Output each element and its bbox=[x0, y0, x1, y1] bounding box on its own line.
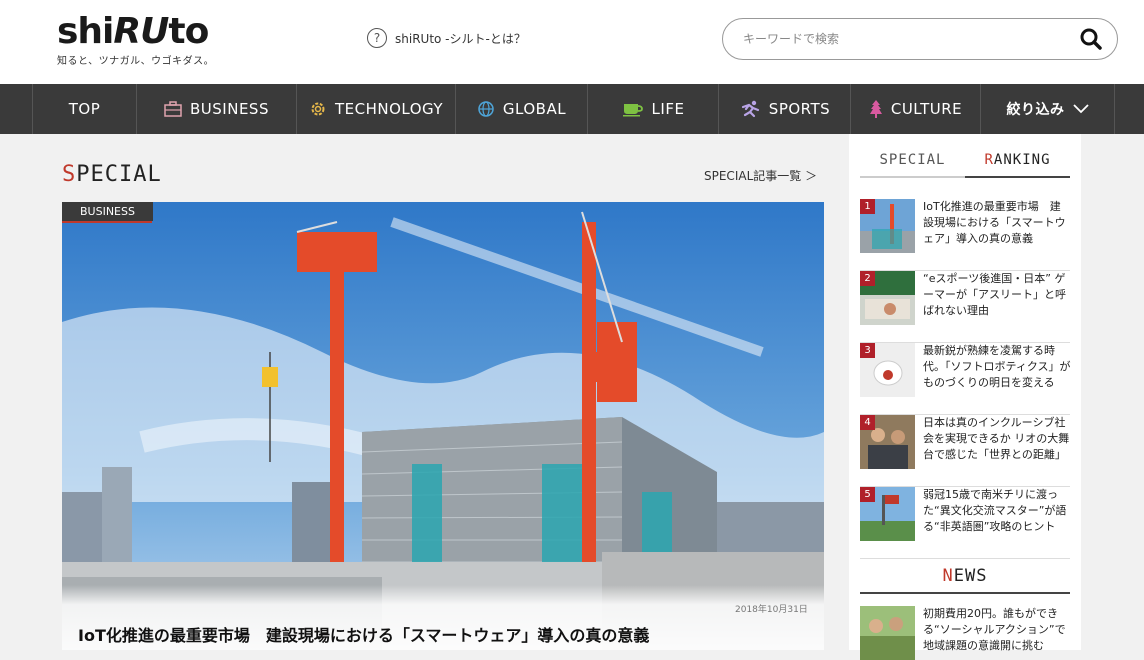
nav-item-global[interactable]: GLOBAL bbox=[456, 84, 588, 134]
rank-number: 1 bbox=[860, 199, 875, 214]
nav-item-culture[interactable]: CULTURE bbox=[851, 84, 981, 134]
rank-title: 日本は真のインクルーシブ社会を実現できるか リオの大舞台で感じた「世界との距離」 bbox=[923, 416, 1070, 461]
rank-number: 5 bbox=[860, 487, 875, 502]
search-input[interactable] bbox=[741, 31, 1079, 47]
nav-item-technology[interactable]: TECHNOLOGY bbox=[297, 84, 456, 134]
hero-article-image[interactable] bbox=[62, 202, 824, 650]
rank-number: 4 bbox=[860, 415, 875, 430]
search-box bbox=[722, 18, 1118, 60]
rank-title: “eスポーツ後進国・日本” ゲーマーが「アスリート」と呼ばれない理由 bbox=[923, 272, 1066, 317]
tree-icon bbox=[869, 100, 882, 118]
main-nav: TOP BUSINESS TECHNOLOGY GLOBAL LIFE SPOR… bbox=[0, 84, 1144, 134]
badge-underline bbox=[62, 221, 152, 223]
hero-category-badge[interactable]: BUSINESS bbox=[62, 202, 153, 221]
ranking-item[interactable]: 3 最新鋭が熟練を凌駕する時代。「ソフトロボティクス」がものづくりの明日を変える bbox=[860, 343, 1071, 415]
rank-title: IoT化推進の最重要市場 建設現場における「スマートウェア」導入の真の意義 bbox=[923, 200, 1066, 245]
news-title: 初期費用20円。誰もができる“ソーシャルアクション”で地域課題の意識開に挑む bbox=[923, 607, 1066, 652]
tab-ranking[interactable]: RANKING bbox=[965, 148, 1070, 178]
hero-title[interactable]: IoT化推進の最重要市場 建設現場における「スマートウェア」導入の真の意義 bbox=[78, 622, 649, 646]
nav-item-sports[interactable]: SPORTS bbox=[719, 84, 851, 134]
rank-title: 最新鋭が熟練を凌駕する時代。「ソフトロボティクス」がものづくりの明日を変える bbox=[923, 344, 1071, 389]
section-title-news: NEWS bbox=[860, 566, 1070, 594]
rank-number: 3 bbox=[860, 343, 875, 358]
ranking-item[interactable]: 5 弱冠15歳で南米チリに渡った“異文化交流マスター”が語る“非英語圏”攻略のヒ… bbox=[860, 487, 1070, 559]
section-title-special: SPECIAL bbox=[62, 162, 162, 187]
globe-icon bbox=[478, 101, 494, 117]
cup-icon bbox=[622, 104, 643, 117]
gear-icon bbox=[311, 102, 325, 116]
about-link[interactable]: ? shiRUto -シルト-とは？ bbox=[367, 28, 526, 48]
briefcase-icon bbox=[164, 101, 182, 117]
chevron-down-icon bbox=[1072, 104, 1089, 114]
news-thumbnail bbox=[860, 606, 915, 660]
sidebar-tabs: SPECIAL RANKING bbox=[860, 148, 1070, 178]
site-logo[interactable]: shiRUto 知ると、ツナガル、ウゴキダス。 bbox=[57, 11, 215, 68]
rank-number: 2 bbox=[860, 271, 875, 286]
rank-title: 弱冠15歳で南米チリに渡った“異文化交流マスター”が語る“非英語圏”攻略のヒント bbox=[923, 488, 1067, 533]
site-header: shiRUto 知ると、ツナガル、ウゴキダス。 ? shiRUto -シルト-と… bbox=[0, 0, 1144, 84]
nav-item-top[interactable]: TOP bbox=[33, 84, 137, 134]
nav-item-business[interactable]: BUSINESS bbox=[137, 84, 297, 134]
tab-special[interactable]: SPECIAL bbox=[860, 148, 965, 178]
question-circle-icon: ? bbox=[367, 28, 387, 48]
ranking-item[interactable]: 4 日本は真のインクルーシブ社会を実現できるか リオの大舞台で感じた「世界との距… bbox=[860, 415, 1070, 487]
logo-wordmark: shiRUto bbox=[57, 11, 209, 52]
hero-date: 2018年10月31日 bbox=[735, 605, 808, 615]
logo-tagline: 知ると、ツナガル、ウゴキダス。 bbox=[57, 56, 215, 67]
special-list-link[interactable]: SPECIAL記事一覧 ＞ bbox=[704, 167, 817, 184]
construction-site-photo bbox=[62, 202, 824, 650]
runner-icon bbox=[741, 100, 759, 118]
news-item[interactable]: 初期費用20円。誰もができる“ソーシャルアクション”で地域課題の意識開に挑む bbox=[860, 606, 1070, 660]
ranking-item[interactable]: 2 “eスポーツ後進国・日本” ゲーマーが「アスリート」と呼ばれない理由 bbox=[860, 271, 1070, 343]
search-icon[interactable] bbox=[1079, 27, 1103, 51]
about-label: shiRUto -シルト-とは？ bbox=[395, 31, 526, 46]
nav-item-life[interactable]: LIFE bbox=[588, 84, 719, 134]
nav-left-edge bbox=[0, 84, 33, 134]
ranking-item[interactable]: 1 IoT化推進の最重要市場 建設現場における「スマートウェア」導入の真の意義 bbox=[860, 199, 1070, 271]
nav-item-filter[interactable]: 絞り込み bbox=[981, 84, 1115, 134]
